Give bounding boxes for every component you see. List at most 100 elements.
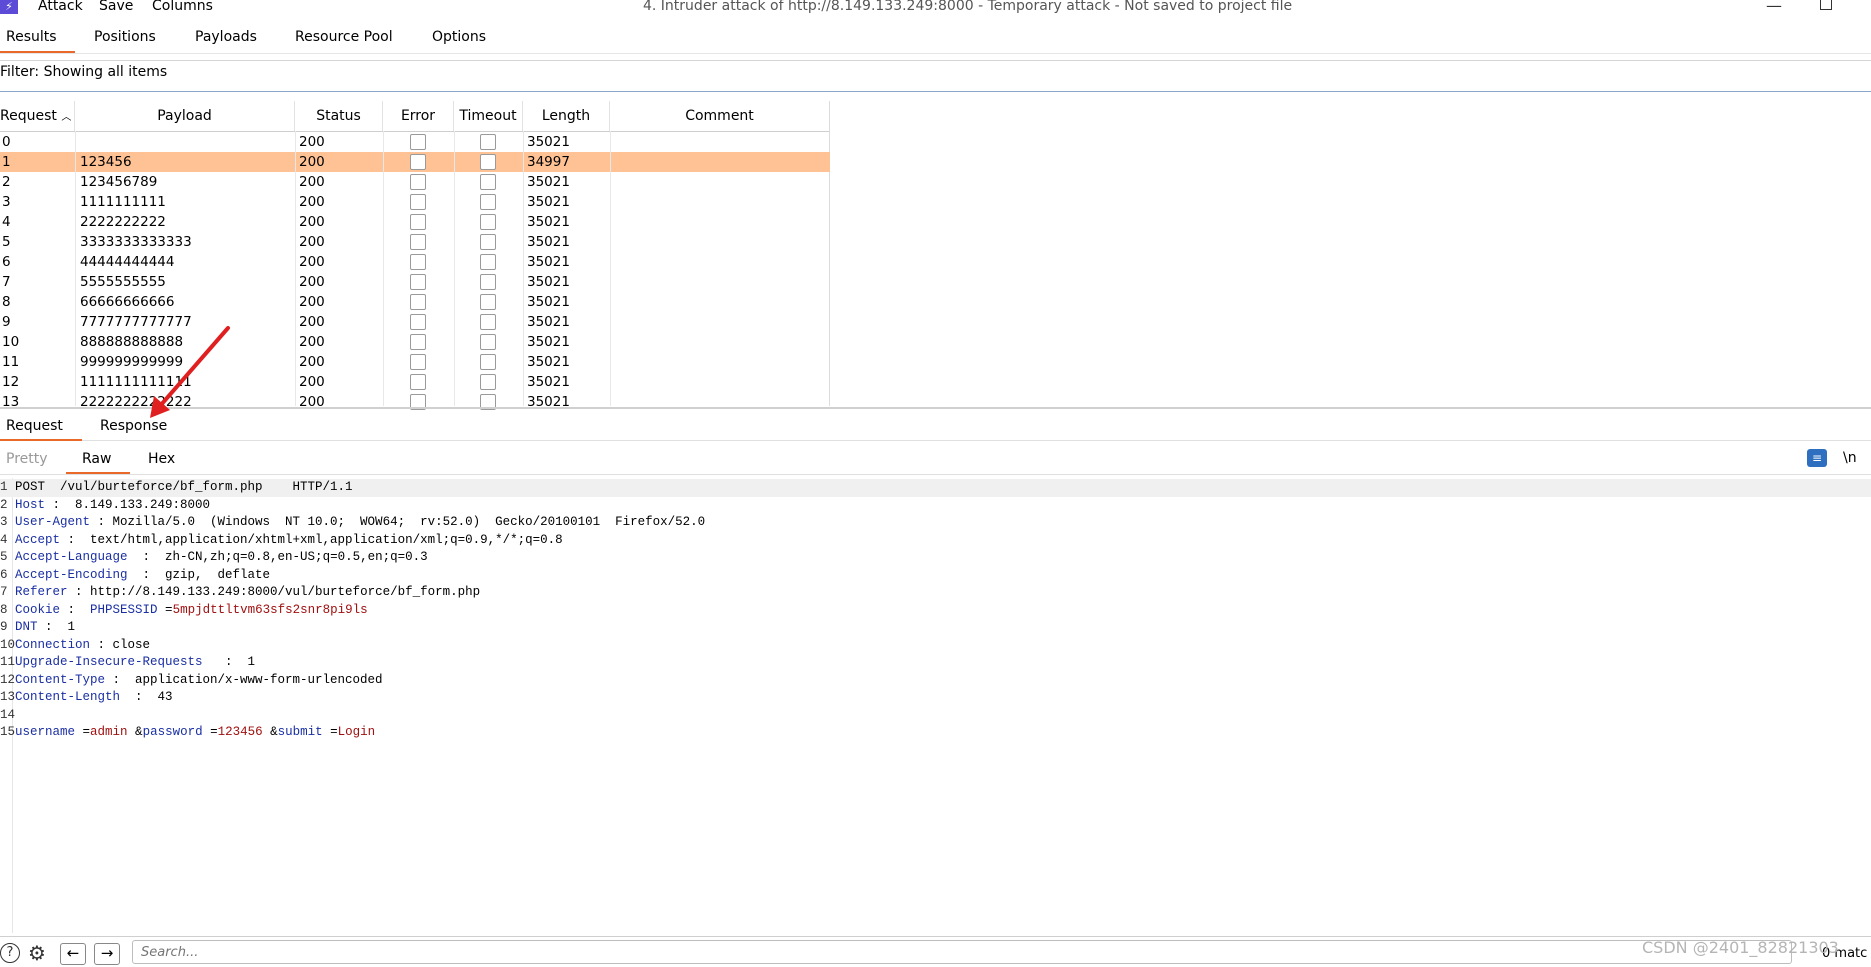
editor-line[interactable]: 12 Content-Type : application/x-www-form-… bbox=[0, 672, 1871, 690]
pane-splitter[interactable] bbox=[0, 407, 1871, 409]
word-wrap-icon[interactable]: ≡ bbox=[1807, 449, 1827, 467]
editor-line[interactable]: 3 User-Agent : Mozilla/5.0 (Windows NT 10… bbox=[0, 514, 1871, 532]
column-divider bbox=[295, 131, 296, 406]
newline-toggle[interactable]: \n bbox=[1843, 450, 1857, 466]
error-checkbox bbox=[410, 334, 426, 350]
error-checkbox bbox=[410, 174, 426, 190]
editor-line[interactable]: 15 username =admin &password =123456 &sub… bbox=[0, 724, 1871, 742]
line-text: username =admin &password =123456 &submi… bbox=[15, 724, 375, 742]
active-tab-indicator bbox=[0, 439, 82, 441]
minimize-icon[interactable]: — bbox=[1766, 0, 1782, 15]
tab-pretty[interactable]: Pretty bbox=[6, 451, 48, 467]
line-text: Accept : text/html,application/xhtml+xml… bbox=[15, 532, 563, 550]
table-row[interactable]: 12 1111111111111 200 35021 bbox=[0, 372, 830, 392]
editor-line[interactable]: 5 Accept-Language : zh-CN,zh;q=0.8,en-US;… bbox=[0, 549, 1871, 567]
table-row[interactable]: 5 3333333333333 200 35021 bbox=[0, 232, 830, 252]
column-header-timeout[interactable]: Timeout bbox=[454, 101, 523, 131]
timeout-checkbox bbox=[480, 334, 496, 350]
filter-bar[interactable] bbox=[0, 60, 1871, 92]
filter-label[interactable]: Filter: Showing all items bbox=[0, 64, 167, 80]
tab-results[interactable]: Results bbox=[6, 29, 57, 45]
editor-line[interactable]: 8 Cookie : PHPSESSID =5mpjdttltvm63sfs2sn… bbox=[0, 602, 1871, 620]
tab-payloads[interactable]: Payloads bbox=[195, 29, 257, 45]
maximize-icon[interactable] bbox=[1820, 0, 1832, 10]
tab-options[interactable]: Options bbox=[432, 29, 486, 45]
cell-status: 200 bbox=[299, 374, 325, 390]
column-header-error[interactable]: Error bbox=[383, 101, 454, 131]
http-key: DNT bbox=[15, 620, 38, 634]
error-checkbox bbox=[410, 214, 426, 230]
editor-line[interactable]: 13 Content-Length : 43 bbox=[0, 689, 1871, 707]
table-row[interactable]: 10 888888888888 200 35021 bbox=[0, 332, 830, 352]
table-row[interactable]: 0 200 35021 bbox=[0, 132, 830, 152]
table-row[interactable]: 2 123456789 200 35021 bbox=[0, 172, 830, 192]
table-row[interactable]: 7 5555555555 200 35021 bbox=[0, 272, 830, 292]
tab-hex[interactable]: Hex bbox=[148, 451, 175, 467]
cell-payload: 3333333333333 bbox=[80, 234, 192, 250]
forward-button[interactable]: → bbox=[94, 943, 120, 965]
http-text: : Mozilla/5.0 (Windows NT 10.0; WOW64; r… bbox=[90, 515, 706, 529]
table-row[interactable]: 6 44444444444 200 35021 bbox=[0, 252, 830, 272]
tab-request[interactable]: Request bbox=[6, 418, 63, 434]
view-tab-bar bbox=[0, 444, 1871, 475]
http-key: Accept-Encoding bbox=[15, 567, 128, 582]
tab-response[interactable]: Response bbox=[100, 418, 167, 434]
error-checkbox bbox=[410, 274, 426, 290]
tab-resource-pool[interactable]: Resource Pool bbox=[295, 29, 393, 45]
column-header-status[interactable]: Status bbox=[295, 101, 383, 131]
http-text: POST /vul/burteforce/bf_form.php HTTP/1.… bbox=[15, 480, 353, 494]
editor-line[interactable]: 7 Referer : http://8.149.133.249:8000/vul… bbox=[0, 584, 1871, 602]
editor-line[interactable]: 11 Upgrade-Insecure-Requests : 1 bbox=[0, 654, 1871, 672]
menu-item-columns[interactable]: Columns bbox=[152, 0, 213, 14]
http-text: : bbox=[60, 602, 91, 617]
back-button[interactable]: ← bbox=[60, 943, 86, 965]
column-header-request[interactable]: Request ︿ bbox=[0, 101, 75, 131]
menu-item-save[interactable]: Save bbox=[99, 0, 133, 14]
column-divider bbox=[383, 131, 384, 406]
table-row[interactable]: 8 66666666666 200 35021 bbox=[0, 292, 830, 312]
column-header-length[interactable]: Length bbox=[523, 101, 610, 131]
cell-length: 35021 bbox=[527, 334, 570, 350]
tab-positions[interactable]: Positions bbox=[94, 29, 156, 45]
column-header-comment[interactable]: Comment bbox=[610, 101, 830, 131]
line-text: User-Agent : Mozilla/5.0 (Windows NT 10.… bbox=[15, 514, 705, 532]
editor-line[interactable]: 14 bbox=[0, 707, 1871, 725]
http-value: 5mpjdttltvm63sfs2snr8pi9ls bbox=[172, 602, 368, 617]
cell-request: 0 bbox=[2, 134, 11, 150]
table-row[interactable]: 4 2222222222 200 35021 bbox=[0, 212, 830, 232]
gear-icon[interactable]: ⚙ bbox=[27, 943, 47, 963]
editor-line[interactable]: 2 Host : 8.149.133.249:8000 bbox=[0, 497, 1871, 515]
cell-length: 35021 bbox=[527, 134, 570, 150]
menu-item-attack[interactable]: Attack bbox=[38, 0, 83, 14]
http-value: admin bbox=[90, 725, 128, 739]
tab-raw[interactable]: Raw bbox=[82, 451, 111, 467]
line-text: Connection : close bbox=[15, 637, 150, 655]
http-key: PHPSESSID bbox=[90, 602, 158, 617]
column-divider bbox=[523, 131, 524, 406]
cell-request: 2 bbox=[2, 174, 11, 190]
error-checkbox bbox=[410, 254, 426, 270]
editor-line[interactable]: 9 DNT : 1 bbox=[0, 619, 1871, 637]
cell-status: 200 bbox=[299, 334, 325, 350]
line-text: DNT : 1 bbox=[15, 619, 75, 637]
editor-line[interactable]: 4 Accept : text/html,application/xhtml+xm… bbox=[0, 532, 1871, 550]
editor-line[interactable]: 1 POST /vul/burteforce/bf_form.php HTTP/1… bbox=[0, 479, 1871, 497]
editor-line[interactable]: 6 Accept-Encoding : gzip, deflate bbox=[0, 567, 1871, 585]
line-number: 12 bbox=[0, 672, 16, 687]
editor-line[interactable]: 10 Connection : close bbox=[0, 637, 1871, 655]
cell-length: 35021 bbox=[527, 374, 570, 390]
cell-payload: 123456 bbox=[80, 154, 132, 170]
search-input[interactable] bbox=[132, 940, 1792, 964]
table-row[interactable]: 9 7777777777777 200 35021 bbox=[0, 312, 830, 332]
menu-bar: ⚡ Attack Save Columns 4. Intruder attack… bbox=[0, 0, 1871, 18]
line-text: Upgrade-Insecure-Requests : 1 bbox=[15, 654, 255, 672]
http-value: Login bbox=[337, 725, 376, 739]
table-row[interactable]: 3 1111111111 200 35021 bbox=[0, 192, 830, 212]
table-row[interactable]: 1 123456 200 34997 bbox=[0, 152, 830, 172]
table-row[interactable]: 13 2222222222222 200 35021 bbox=[0, 392, 830, 412]
table-row[interactable]: 11 999999999999 200 35021 bbox=[0, 352, 830, 372]
http-key: username bbox=[15, 725, 76, 739]
column-header-payload[interactable]: Payload bbox=[75, 101, 295, 131]
column-header-label: Request bbox=[0, 108, 57, 124]
help-icon[interactable]: ? bbox=[0, 943, 20, 963]
